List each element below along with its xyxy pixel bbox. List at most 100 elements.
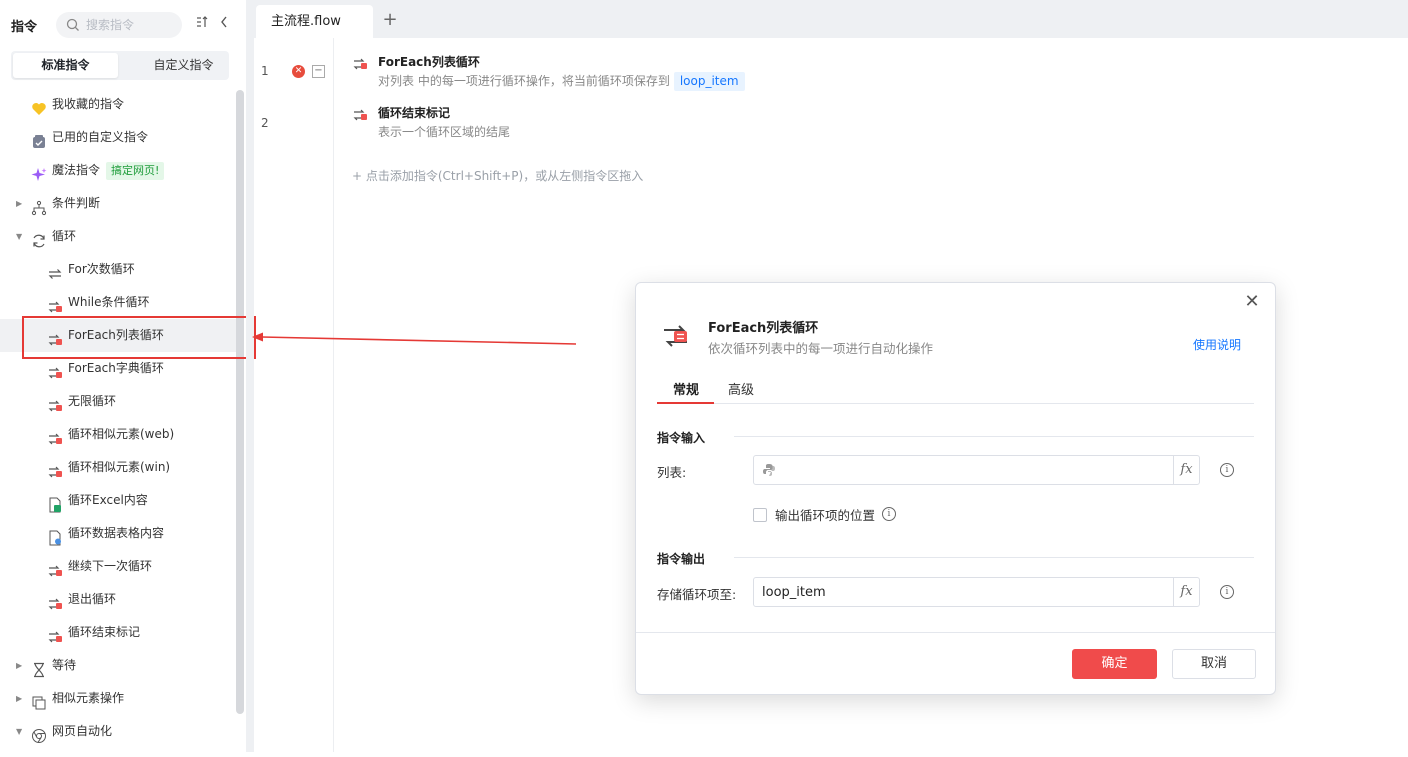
store-input[interactable] bbox=[760, 582, 1160, 602]
command-list: 我收藏的指令 已用的自定义指令 魔法指令 搞定网页! ▶ 条件判断 ▼ 循环 F… bbox=[0, 88, 236, 748]
output-position-checkbox[interactable] bbox=[753, 508, 767, 522]
sidebar-item-label: 无限循环 bbox=[68, 394, 117, 408]
sidebar-scrollbar[interactable] bbox=[236, 90, 244, 714]
caret-right-icon: ▶ bbox=[16, 199, 23, 208]
sidebar-item-used-custom[interactable]: 已用的自定义指令 bbox=[0, 121, 236, 154]
editor-tabbar: 主流程.flow + bbox=[254, 0, 1408, 38]
search-box[interactable] bbox=[56, 12, 182, 38]
step-desc: 对列表 中的每一项进行循环操作，将当前循环项保存到 bbox=[378, 74, 670, 88]
checkbox-label: 输出循环项的位置 bbox=[775, 508, 876, 523]
browser-icon bbox=[31, 724, 47, 743]
close-icon[interactable]: ✕ bbox=[1243, 293, 1261, 311]
sidebar-item-label: 已用的自定义指令 bbox=[52, 130, 149, 144]
highlight-box bbox=[22, 316, 256, 359]
sidebar-item-for-count[interactable]: For次数循环 bbox=[0, 253, 236, 286]
variable-tag: loop_item bbox=[673, 72, 745, 91]
collapse-icon[interactable] bbox=[216, 15, 232, 33]
error-icon[interactable]: ✕ bbox=[292, 65, 305, 78]
sidebar-item-label: 循环相似元素(win) bbox=[68, 460, 171, 474]
step-title: ForEach列表循环 bbox=[378, 55, 480, 69]
search-icon bbox=[66, 18, 79, 31]
info-icon[interactable]: i bbox=[882, 507, 896, 521]
sidebar-item-label: 相似元素操作 bbox=[52, 691, 125, 705]
add-tab-icon[interactable]: + bbox=[380, 8, 400, 32]
sidebar-item-label: While条件循环 bbox=[68, 295, 150, 309]
sidebar-item-magic[interactable]: 魔法指令 搞定网页! bbox=[0, 154, 236, 187]
dialog-subtitle: 依次循环列表中的每一项进行自动化操作 bbox=[708, 341, 934, 356]
loop-list-icon bbox=[47, 361, 63, 379]
sidebar-item-while[interactable]: While条件循环 bbox=[0, 286, 236, 319]
command-type-tabs: 标准指令 自定义指令 bbox=[11, 51, 229, 80]
confirm-button[interactable]: 确定 bbox=[1072, 649, 1157, 679]
sidebar-item-loop-win[interactable]: 循环相似元素(win) bbox=[0, 451, 236, 484]
loop-list-icon bbox=[47, 295, 63, 313]
caret-right-icon: ▶ bbox=[16, 694, 23, 703]
list-input[interactable] bbox=[780, 460, 1180, 480]
sidebar-group-web-automation[interactable]: ▼ 网页自动化 bbox=[0, 715, 236, 748]
info-icon[interactable]: i bbox=[1220, 585, 1234, 599]
list-label: 列表: bbox=[657, 465, 687, 480]
command-sidebar: 指令 标准指令 自定义指令 我收藏的指令 已用的自定义指令 bbox=[0, 0, 246, 752]
branch-icon bbox=[31, 196, 47, 216]
tab-general[interactable]: 常规 bbox=[673, 379, 699, 398]
loop-icon bbox=[47, 262, 63, 279]
sidebar-item-label: For次数循环 bbox=[68, 262, 135, 276]
help-link[interactable]: 使用说明 bbox=[1193, 336, 1241, 353]
active-tab-indicator bbox=[657, 402, 714, 404]
sidebar-item-loop-excel[interactable]: 循环Excel内容 bbox=[0, 484, 236, 517]
python-icon bbox=[762, 463, 776, 480]
refresh-icon bbox=[31, 229, 47, 248]
sidebar-item-break-loop[interactable]: 退出循环 bbox=[0, 583, 236, 616]
info-icon[interactable]: i bbox=[1220, 463, 1234, 477]
copy-icon bbox=[31, 691, 47, 710]
line-number: 2 bbox=[261, 116, 269, 130]
input-section-title: 指令输入 bbox=[657, 431, 706, 445]
excel-file-icon bbox=[47, 493, 63, 513]
tab-main-flow[interactable]: 主流程.flow bbox=[256, 5, 373, 38]
section-divider bbox=[734, 436, 1254, 437]
sidebar-item-label: 魔法指令 bbox=[52, 163, 101, 177]
sidebar-item-loop-table[interactable]: 循环数据表格内容 bbox=[0, 517, 236, 550]
tab-standard-commands[interactable]: 标准指令 bbox=[13, 53, 118, 78]
sidebar-item-label: 循环结束标记 bbox=[68, 625, 141, 639]
panel-divider[interactable] bbox=[246, 0, 254, 752]
sidebar-item-continue-loop[interactable]: 继续下一次循环 bbox=[0, 550, 236, 583]
loop-list-icon bbox=[47, 625, 63, 643]
sidebar-item-loop-web[interactable]: 循环相似元素(web) bbox=[0, 418, 236, 451]
sidebar-item-infinite-loop[interactable]: 无限循环 bbox=[0, 385, 236, 418]
table-file-icon bbox=[47, 526, 63, 546]
sidebar-item-label: 等待 bbox=[52, 658, 77, 672]
fx-button[interactable]: fx bbox=[1173, 578, 1199, 606]
sidebar-item-label: 退出循环 bbox=[68, 592, 117, 606]
tab-custom-commands[interactable]: 自定义指令 bbox=[131, 53, 236, 78]
sidebar-group-loop[interactable]: ▼ 循环 bbox=[0, 220, 236, 253]
loop-list-icon bbox=[352, 107, 368, 126]
sidebar-group-wait[interactable]: ▶ 等待 bbox=[0, 649, 236, 682]
caret-right-icon: ▶ bbox=[16, 661, 23, 670]
store-field[interactable]: fx bbox=[753, 577, 1200, 607]
step-desc: 表示一个循环区域的结尾 bbox=[378, 125, 511, 139]
sort-icon[interactable] bbox=[194, 15, 210, 33]
loop-list-icon bbox=[661, 321, 691, 354]
loop-list-icon bbox=[47, 559, 63, 577]
tab-advanced[interactable]: 高级 bbox=[728, 379, 754, 398]
sidebar-item-loop-end[interactable]: 循环结束标记 bbox=[0, 616, 236, 649]
list-field[interactable]: fx bbox=[753, 455, 1200, 485]
cancel-button[interactable]: 取消 bbox=[1172, 649, 1256, 679]
fold-icon[interactable]: − bbox=[312, 65, 325, 78]
loop-list-icon bbox=[47, 592, 63, 610]
dialog-title: ForEach列表循环 bbox=[708, 321, 819, 336]
sidebar-item-favorites[interactable]: 我收藏的指令 bbox=[0, 88, 236, 121]
fx-button[interactable]: fx bbox=[1173, 456, 1199, 484]
sidebar-group-condition[interactable]: ▶ 条件判断 bbox=[0, 187, 236, 220]
loop-list-icon bbox=[47, 427, 63, 445]
line-number: 1 bbox=[261, 64, 269, 78]
caret-down-icon: ▼ bbox=[16, 232, 23, 241]
loop-list-icon bbox=[47, 460, 63, 478]
search-input[interactable] bbox=[84, 15, 176, 35]
sidebar-item-label: 继续下一次循环 bbox=[68, 559, 153, 573]
sidebar-group-similar-elements[interactable]: ▶ 相似元素操作 bbox=[0, 682, 236, 715]
sidebar-title: 指令 bbox=[11, 20, 38, 35]
add-command-hint[interactable]: + 点击添加指令(Ctrl+Shift+P)，或从左侧指令区拖入 bbox=[352, 167, 643, 184]
sidebar-item-label: 循环 bbox=[52, 229, 77, 243]
